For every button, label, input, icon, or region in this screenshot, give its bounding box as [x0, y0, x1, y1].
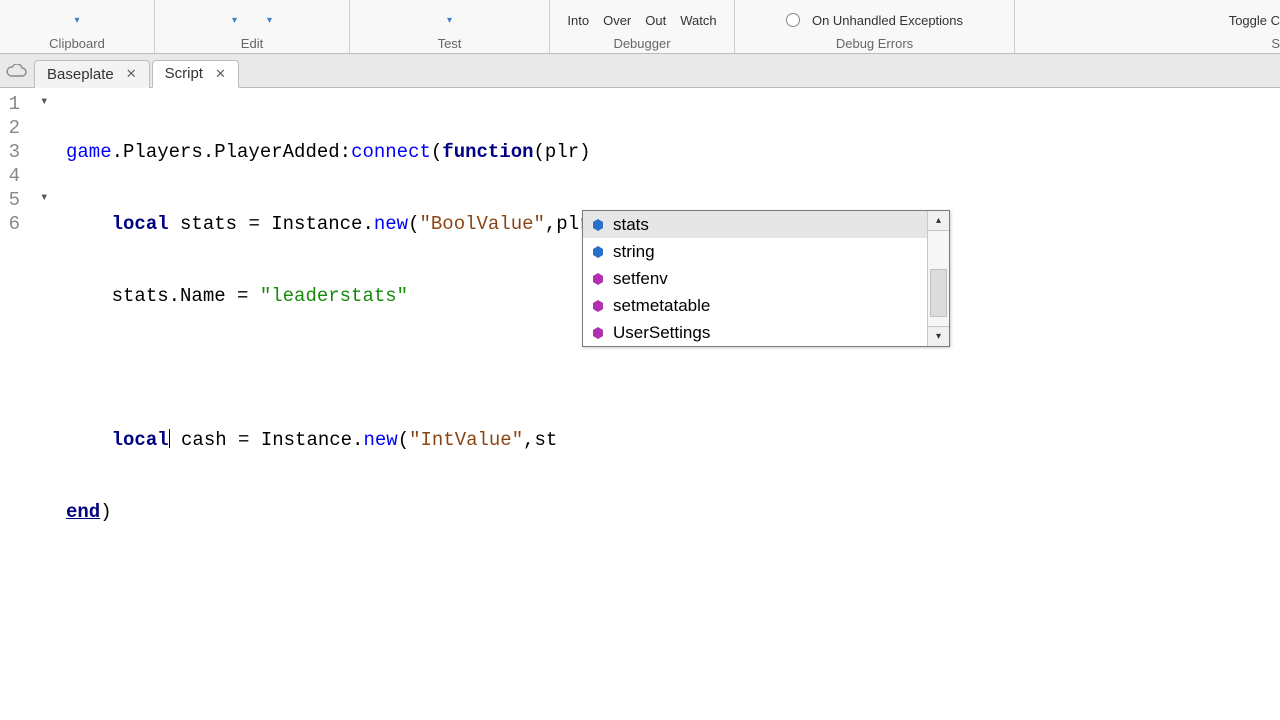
- ribbon-label-test: Test: [438, 34, 462, 51]
- on-unhandled-option[interactable]: On Unhandled Exceptions: [812, 13, 963, 28]
- tab-bar: Baseplate ✕ Script ✕: [0, 54, 1280, 88]
- step-out-button[interactable]: Out: [645, 13, 666, 28]
- function-icon: [591, 272, 605, 286]
- function-icon: [591, 326, 605, 340]
- dropdown-icon[interactable]: ▾: [74, 15, 79, 26]
- scroll-track[interactable]: [928, 231, 949, 326]
- ribbon-label-errors: Debug Errors: [836, 34, 913, 51]
- step-into-button[interactable]: Into: [567, 13, 589, 28]
- line-number: 5: [0, 188, 20, 212]
- code-area[interactable]: game.Players.PlayerAdded:connect(functio…: [66, 88, 1280, 720]
- scroll-thumb[interactable]: [930, 269, 947, 317]
- fold-gutter: ▾ ▾: [26, 88, 66, 720]
- cloud-icon: [2, 61, 30, 81]
- code-line: local cash = Instance.new("IntValue",st: [66, 428, 1280, 452]
- scroll-up-icon[interactable]: ▴: [928, 211, 949, 231]
- tab-baseplate[interactable]: Baseplate ✕: [34, 60, 150, 88]
- autocomplete-item[interactable]: setmetatable: [583, 292, 927, 319]
- ribbon-group-debugger: Into Over Out Watch Debugger: [550, 0, 735, 53]
- autocomplete-item[interactable]: setfenv: [583, 265, 927, 292]
- function-icon: [591, 299, 605, 313]
- dropdown-icon[interactable]: ▾: [232, 15, 237, 26]
- line-number: 6: [0, 212, 20, 236]
- autocomplete-item[interactable]: stats: [583, 211, 927, 238]
- dropdown-icon[interactable]: ▾: [447, 15, 452, 26]
- close-icon[interactable]: ✕: [213, 66, 228, 82]
- toggle-comment-button[interactable]: Toggle C: [1229, 13, 1280, 28]
- autocomplete-list: stats string setfenv setmetatable UserSe…: [583, 211, 927, 346]
- line-number: 4: [0, 164, 20, 188]
- ribbon-group-last: Toggle C S: [1015, 0, 1280, 53]
- ribbon-label-debugger: Debugger: [613, 34, 670, 51]
- line-number: 1: [0, 92, 20, 116]
- tab-label: Baseplate: [47, 66, 114, 83]
- code-line: [66, 356, 1280, 380]
- radio-icon[interactable]: [786, 13, 800, 27]
- scroll-down-icon[interactable]: ▾: [928, 326, 949, 346]
- tab-label: Script: [165, 65, 203, 82]
- ribbon-group-edit: ▾ ▾ Edit: [155, 0, 350, 53]
- ribbon-label-clipboard: Clipboard: [49, 34, 105, 51]
- variable-icon: [591, 218, 605, 232]
- code-line: game.Players.PlayerAdded:connect(functio…: [66, 140, 1280, 164]
- autocomplete-label: stats: [613, 215, 649, 235]
- autocomplete-item[interactable]: UserSettings: [583, 319, 927, 346]
- close-icon[interactable]: ✕: [124, 66, 139, 82]
- line-number-gutter: 1 2 3 4 5 6: [0, 88, 26, 720]
- variable-icon: [591, 245, 605, 259]
- ribbon-label-edit: Edit: [241, 34, 263, 51]
- dropdown-icon[interactable]: ▾: [267, 15, 272, 26]
- autocomplete-label: setfenv: [613, 269, 668, 289]
- ribbon-label-last: S: [1019, 34, 1280, 51]
- ribbon-group-errors: On Unhandled Exceptions Debug Errors: [735, 0, 1015, 53]
- tab-script[interactable]: Script ✕: [152, 60, 239, 88]
- line-number: 2: [0, 116, 20, 140]
- autocomplete-label: string: [613, 242, 655, 262]
- ribbon-toolbar: ▾ Clipboard ▾ ▾ Edit ▾ Test Into Over Ou…: [0, 0, 1280, 54]
- code-line: end): [66, 500, 1280, 524]
- ribbon-group-test: ▾ Test: [350, 0, 550, 53]
- step-over-button[interactable]: Over: [603, 13, 631, 28]
- autocomplete-scrollbar[interactable]: ▴ ▾: [927, 211, 949, 346]
- code-editor[interactable]: 1 2 3 4 5 6 ▾ ▾ game.Players.PlayerAdded…: [0, 88, 1280, 720]
- autocomplete-label: setmetatable: [613, 296, 710, 316]
- line-number: 3: [0, 140, 20, 164]
- ribbon-group-clipboard: ▾ Clipboard: [0, 0, 155, 53]
- autocomplete-label: UserSettings: [613, 323, 710, 343]
- fold-toggle-icon[interactable]: ▾: [40, 90, 48, 114]
- autocomplete-item[interactable]: string: [583, 238, 927, 265]
- watch-button[interactable]: Watch: [680, 13, 716, 28]
- autocomplete-popup[interactable]: stats string setfenv setmetatable UserSe…: [582, 210, 950, 347]
- fold-toggle-icon[interactable]: ▾: [40, 186, 48, 210]
